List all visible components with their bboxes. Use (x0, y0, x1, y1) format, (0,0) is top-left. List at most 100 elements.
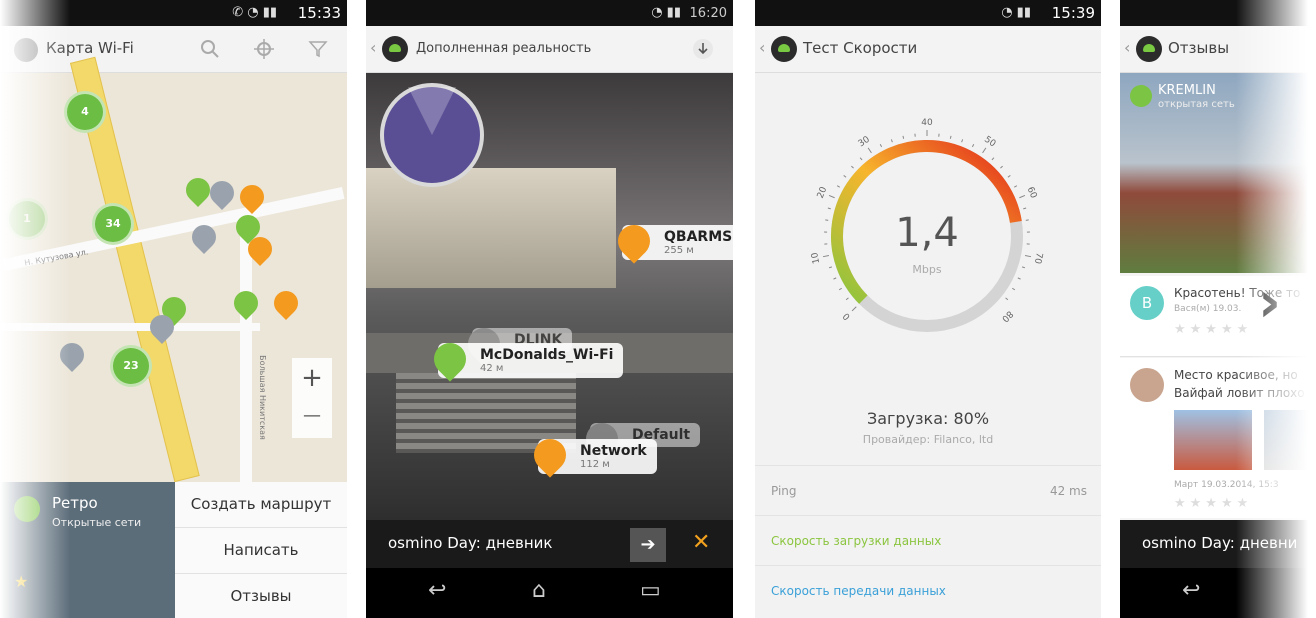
speed-panel: 0 10 20 30 40 50 60 70 80 1,4 Mbps Загрузка: 80%… (755, 73, 1101, 618)
gauge-tick-label: 80 (999, 308, 1014, 323)
gauge-tick-label: 60 (1025, 186, 1039, 201)
app-icon[interactable] (382, 36, 408, 62)
app-icon[interactable] (771, 36, 797, 62)
wifi-pin[interactable] (269, 286, 303, 320)
phone-speed-test: ◔ ▮▮ 15:39 ‹ Тест Скорости 0 10 20 30 40 50 60… (755, 0, 1101, 618)
upload-speed-row[interactable]: Скорость передачи данных (755, 565, 1101, 616)
wifi-icon (1130, 85, 1152, 107)
reviews-item[interactable]: Отзывы (175, 574, 347, 618)
gauge-tick-mark (1019, 194, 1026, 199)
download-icon[interactable] (692, 38, 714, 60)
page-title: Отзывы (1168, 39, 1230, 57)
gauge-tick-mark (1021, 266, 1026, 269)
poi-marker[interactable]: McDonalds_Wi-Fi 42 м (427, 336, 624, 382)
gauge-tick-mark (890, 139, 893, 143)
poi-name: QBARMSK (664, 229, 733, 245)
notification-text: osmino Day: дневник (388, 534, 553, 552)
page-title: Дополненная реальность (416, 41, 592, 56)
gauge-tick-mark (859, 157, 863, 161)
avatar (1130, 368, 1164, 402)
map-cluster[interactable]: 1 (6, 198, 48, 240)
map-cluster[interactable]: 34 (92, 203, 134, 245)
star-icon[interactable]: ★ (14, 572, 28, 591)
action-bar: Карта Wi-Fi (0, 26, 347, 73)
wifi-pin[interactable] (55, 338, 89, 372)
next-arrow-icon[interactable]: › (1258, 270, 1281, 335)
poi-distance: 112 м (580, 459, 610, 470)
load-text: Загрузка: 80% (866, 409, 990, 428)
download-speed-row[interactable]: Скорость загрузки данных (755, 515, 1101, 566)
review-photo[interactable] (1174, 410, 1252, 470)
place-subtitle: открытая сеть (1158, 99, 1235, 110)
wifi-pin[interactable] (205, 176, 239, 210)
gauge-tick-label: 50 (982, 135, 997, 150)
gauge-tick-mark (836, 185, 840, 188)
app-icon[interactable] (14, 38, 38, 62)
status-time: 15:33 (297, 4, 341, 22)
gauge-tick-mark (991, 157, 995, 161)
back-nav-icon[interactable]: ↩ (1182, 578, 1200, 603)
home-nav-icon[interactable]: ⌂ (532, 578, 546, 603)
arrow-right-button[interactable]: ➔ (630, 528, 666, 562)
locate-icon[interactable] (254, 39, 274, 59)
back-icon[interactable]: ‹ (370, 38, 376, 57)
ping-row: Ping 42 ms (755, 465, 1101, 516)
gauge-tick-mark (1000, 165, 1003, 169)
ar-camera-view[interactable]: QBARMSK 255 м DLINK McDonalds_Wi-Fi 42 м… (366, 73, 733, 520)
gauge-tick-mark (827, 207, 831, 210)
download-speed-label: Скорость загрузки данных (771, 534, 942, 548)
gauge-tick-mark (1024, 255, 1032, 258)
road-lower (0, 323, 260, 331)
review-photo[interactable] (1264, 410, 1316, 470)
map-cluster[interactable]: 23 (110, 345, 152, 387)
radar-icon[interactable] (380, 83, 484, 187)
place-preview[interactable]: Ретро Открытые сети ★ (0, 482, 175, 618)
phone-wifi-map: ✆ ◔ ▮▮ 15:33 Карта Wi-Fi Н. Кутузова ул.… (0, 0, 347, 618)
gauge-unit: Mbps (912, 263, 941, 276)
filter-icon[interactable] (308, 39, 328, 59)
poi-marker[interactable]: Network 112 м (527, 432, 657, 478)
notification-bar[interactable]: osmino Day: дневни (1120, 520, 1316, 568)
gauge-tick-mark (1007, 175, 1011, 178)
gauge-tick-mark (1012, 287, 1016, 291)
back-nav-icon[interactable]: ↩ (428, 578, 446, 603)
recents-nav-icon[interactable]: ▭ (640, 578, 661, 603)
gauge-tick-label: 30 (857, 135, 872, 150)
gauge-tick-mark (851, 165, 854, 169)
close-button[interactable]: ✕ (692, 530, 710, 555)
android-nav-bar: ↩ (1120, 568, 1316, 618)
page-title: Тест Скорости (803, 39, 918, 57)
review-item: B Красотень! Тоже то Вася(м) 19.03. ★★★★… (1120, 276, 1316, 357)
create-route-item[interactable]: Создать маршрут (175, 482, 347, 528)
zoom-in-button[interactable]: + (292, 358, 332, 398)
back-icon[interactable]: ‹ (1124, 38, 1130, 57)
zoom-out-button[interactable]: — (292, 398, 332, 438)
notification-bar[interactable]: osmino Day: дневник ➔ ✕ (366, 520, 733, 568)
write-item[interactable]: Написать (175, 528, 347, 574)
back-icon[interactable]: ‹ (759, 38, 765, 57)
place-subtitle: Открытые сети (52, 516, 142, 529)
gauge-tick-mark (822, 255, 830, 258)
gauge-tick-mark (867, 147, 872, 154)
upload-speed-label: Скорость передачи данных (771, 584, 946, 598)
status-icons: ✆ ◔ ▮▮ (232, 5, 277, 20)
phone-ar: ◔ ▮▮ 16:20 ‹ Дополненная реальность QBAR… (366, 0, 733, 618)
gauge-tick-label: 10 (810, 251, 822, 264)
search-icon[interactable] (200, 39, 220, 59)
gauge-tick-mark (851, 306, 857, 312)
gauge-tick-label: 40 (921, 118, 933, 128)
zoom-control: + — (292, 358, 332, 438)
map-cluster[interactable]: 4 (64, 91, 106, 133)
gauge-tick-mark (1014, 185, 1018, 188)
avatar: B (1130, 286, 1164, 320)
app-icon[interactable] (1136, 36, 1162, 62)
poi-marker[interactable]: QBARMSK 255 м (611, 218, 733, 264)
bar-pin-icon (611, 218, 657, 264)
wifi-pin[interactable] (229, 286, 263, 320)
review-text: Место красивое, но (1174, 368, 1298, 382)
phone-reviews: ‹ Отзывы KREMLIN открытая сеть B Красоте… (1120, 0, 1316, 618)
status-bar: ◔ ▮▮ 16:20 (366, 0, 733, 26)
review-text: Красотень! Тоже то (1174, 286, 1301, 300)
review-text: Вайфай ловит плохо (1174, 386, 1305, 400)
status-icons: ◔ ▮▮ (651, 5, 681, 20)
